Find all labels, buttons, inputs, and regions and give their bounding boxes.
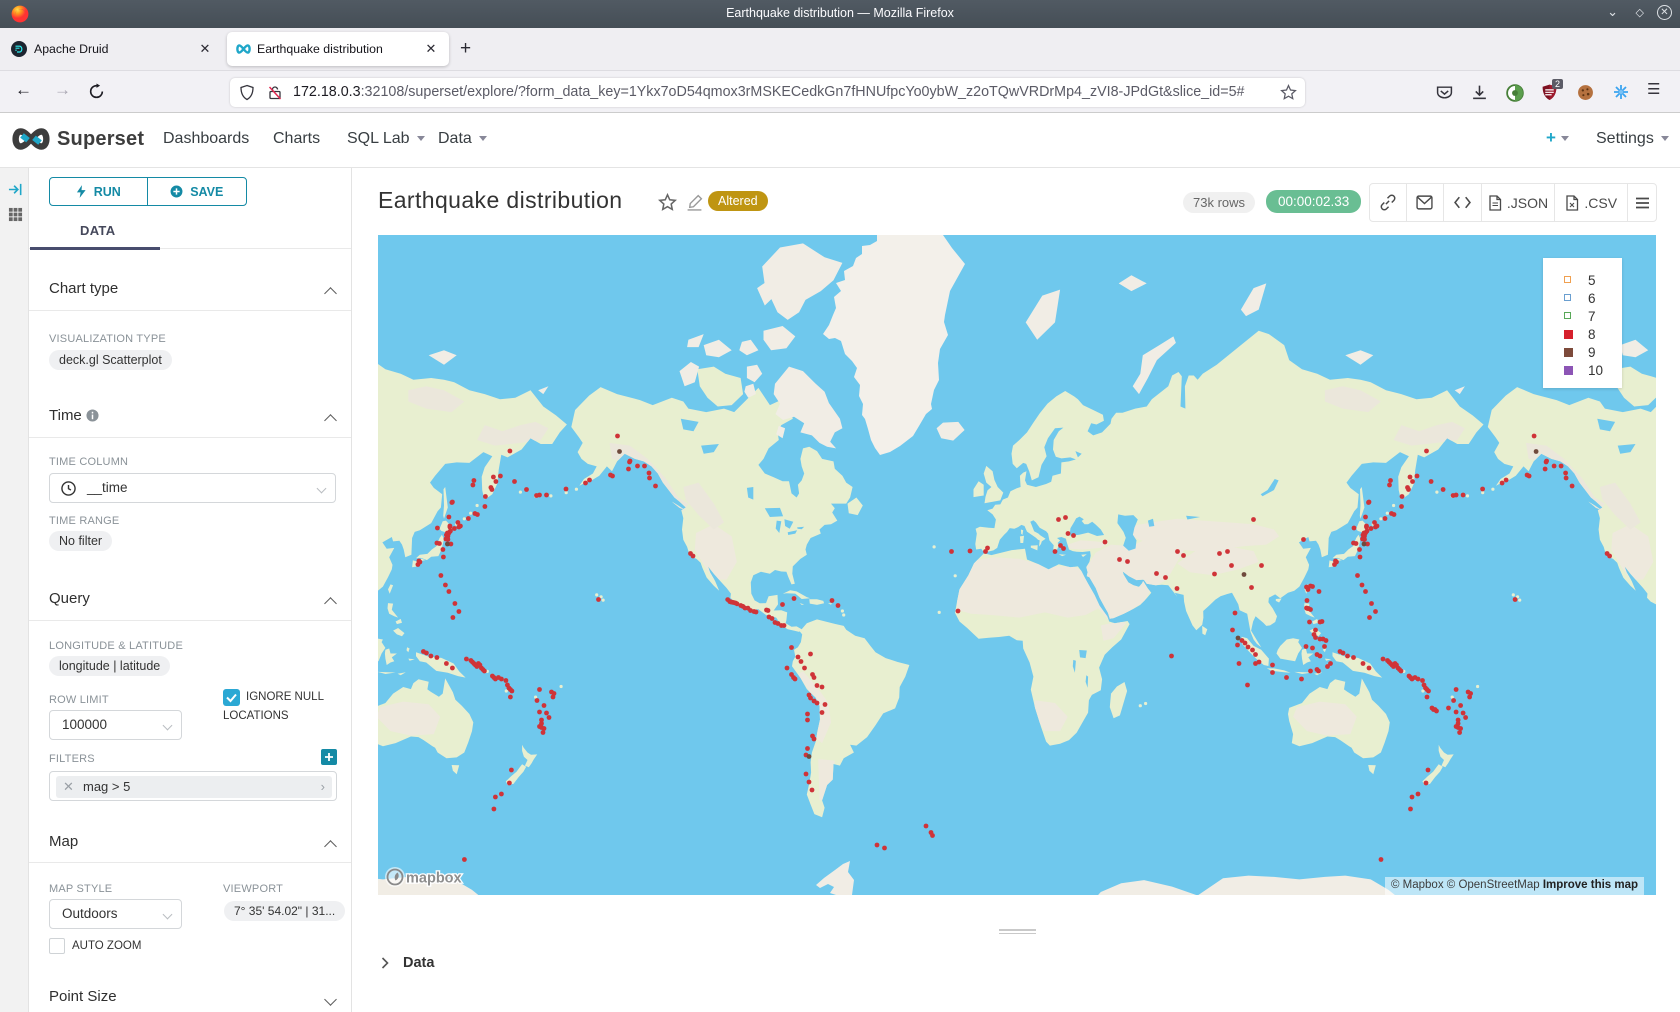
svg-text:mapbox: mapbox (406, 871, 462, 887)
